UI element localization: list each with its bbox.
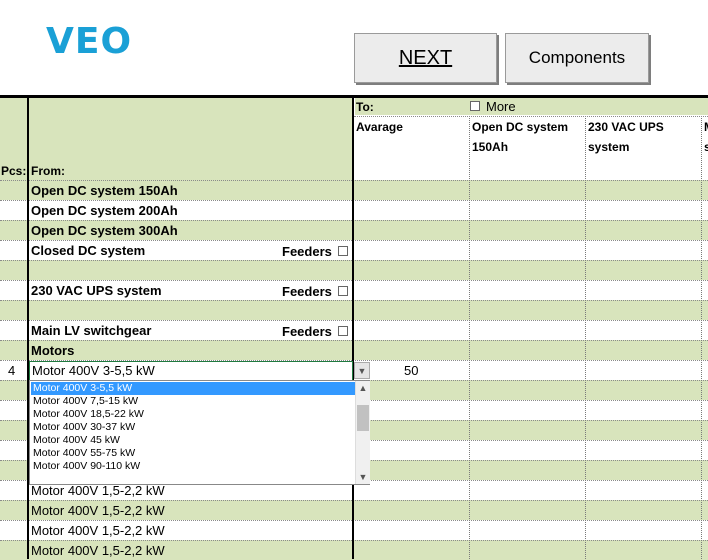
grid-line	[0, 240, 708, 241]
motor-select[interactable]: Motor 400V 3-5,5 kW	[29, 361, 353, 381]
row-label: Open DC system 300Ah	[31, 223, 178, 238]
grid-line	[0, 180, 708, 181]
feeders-checkbox[interactable]	[338, 326, 348, 336]
grid-line	[0, 500, 708, 501]
column-header-truncated: M	[704, 119, 708, 135]
veo-logo: VEO	[46, 21, 133, 62]
feeders-checkbox[interactable]	[338, 246, 348, 256]
row-label: Closed DC system	[31, 243, 146, 258]
row-label: Open DC system 150Ah	[31, 183, 178, 198]
grid-line	[0, 340, 708, 341]
dropdown-option[interactable]: Motor 400V 7,5-15 kW	[33, 395, 138, 408]
row-label[interactable]: Motor 400V 1,5-2,2 kW	[31, 543, 165, 559]
from-header-cell	[29, 98, 352, 180]
grid-line	[0, 260, 708, 261]
feeders-label: Feeders	[282, 324, 332, 339]
row-label[interactable]: Motor 400V 1,5-2,2 kW	[31, 503, 165, 519]
motor-select-value: Motor 400V 3-5,5 kW	[32, 363, 155, 378]
column-border	[352, 98, 354, 559]
column-header-open-dc-line2: 150Ah	[472, 140, 509, 154]
column-header-ups: 230 VAC UPS	[588, 120, 664, 134]
dropdown-option[interactable]: Motor 400V 55-75 kW	[33, 447, 135, 460]
column-divider	[469, 116, 470, 559]
header-divider	[354, 116, 708, 117]
dropdown-option[interactable]: Motor 400V 30-37 kW	[33, 421, 135, 434]
column-border	[27, 98, 29, 559]
scrollbar-thumb[interactable]	[357, 405, 369, 431]
pcs-value[interactable]: 4	[8, 363, 15, 379]
row-label: 230 VAC UPS system	[31, 283, 162, 298]
grid-line	[0, 540, 708, 541]
column-header-truncated-line2: s	[704, 140, 708, 154]
to-label: To:	[356, 100, 374, 114]
to-header-cell	[355, 98, 708, 115]
table-row	[0, 260, 708, 280]
grid-line	[0, 520, 708, 521]
dropdown-arrow-icon[interactable]: ▼	[354, 362, 370, 379]
components-button[interactable]: Components	[505, 33, 649, 83]
pcs-label: Pcs:	[1, 164, 27, 178]
feeders-checkbox[interactable]	[338, 286, 348, 296]
row-label: Main LV switchgear	[31, 323, 152, 338]
table-row	[0, 300, 708, 320]
row-label: Motors	[31, 343, 75, 358]
column-header-average: Avarage	[356, 120, 403, 134]
motor-dropdown-list[interactable]: Motor 400V 3-5,5 kW Motor 400V 7,5-15 kW…	[29, 380, 370, 485]
dropdown-option[interactable]: Motor 400V 18,5-22 kW	[33, 408, 144, 421]
next-button[interactable]: NEXT	[354, 33, 497, 83]
grid-line	[0, 320, 708, 321]
grid-line	[0, 300, 708, 301]
row-label: Open DC system 200Ah	[31, 203, 178, 218]
column-header-ups-line2: system	[588, 140, 630, 154]
row-label[interactable]: Motor 400V 1,5-2,2 kW	[31, 523, 165, 539]
average-value: 50	[404, 363, 419, 378]
column-divider	[585, 116, 586, 559]
grid-line	[0, 280, 708, 281]
more-label: More	[486, 99, 516, 114]
scroll-down-icon[interactable]: ▼	[357, 471, 369, 483]
table-row	[0, 340, 708, 360]
dropdown-scrollbar[interactable]: ▲ ▼	[355, 381, 370, 484]
feeders-label: Feeders	[282, 244, 332, 259]
grid-line	[0, 200, 708, 201]
feeders-label: Feeders	[282, 284, 332, 299]
dropdown-option[interactable]: Motor 400V 3-5,5 kW	[31, 382, 355, 395]
dropdown-option[interactable]: Motor 400V 90-110 kW	[33, 460, 140, 473]
scroll-up-icon[interactable]: ▲	[357, 382, 369, 394]
from-label: From:	[31, 164, 65, 178]
column-divider	[701, 116, 702, 559]
row-label[interactable]: Motor 400V 1,5-2,2 kW	[31, 483, 165, 499]
grid-line	[0, 220, 708, 221]
more-checkbox[interactable]	[470, 101, 480, 111]
column-header-open-dc: Open DC system	[472, 120, 569, 134]
dropdown-option[interactable]: Motor 400V 45 kW	[33, 434, 120, 447]
